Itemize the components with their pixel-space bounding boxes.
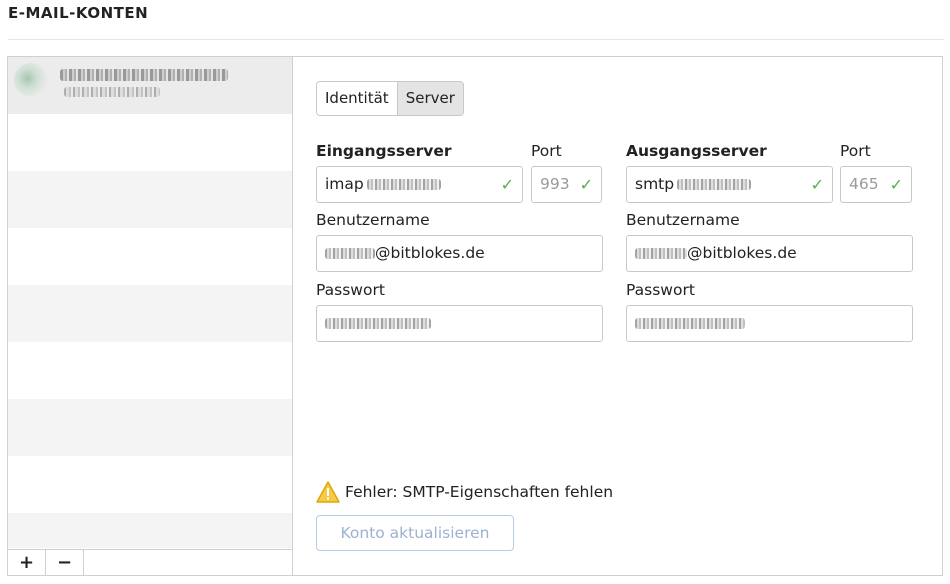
outgoing-password-label: Passwort: [626, 281, 695, 299]
accounts-panel: + − Identität Server Eingangsserver Port…: [7, 56, 943, 576]
outgoing-password-input[interactable]: [626, 305, 913, 342]
incoming-username-label: Benutzername: [316, 211, 430, 229]
list-item[interactable]: [8, 57, 292, 114]
outgoing-server-input[interactable]: smtp ✓: [626, 166, 833, 203]
redacted-text: [635, 318, 745, 329]
tab-identity[interactable]: Identität: [317, 82, 397, 115]
incoming-username-domain: @bitblokes.de: [375, 244, 485, 262]
redacted-text: [635, 248, 687, 259]
redacted-text: [325, 318, 431, 329]
outgoing-username-input[interactable]: @bitblokes.de: [626, 235, 913, 272]
outgoing-username-domain: @bitblokes.de: [687, 244, 797, 262]
list-item: [8, 399, 292, 456]
error-text: Fehler: SMTP-Eigenschaften fehlen: [345, 483, 614, 501]
add-account-button[interactable]: +: [8, 550, 46, 576]
redacted-text: [325, 248, 375, 259]
outgoing-server-prefix: smtp: [635, 175, 675, 193]
page-title: E-MAIL-KONTEN: [8, 4, 149, 22]
incoming-port-input[interactable]: 993 ✓: [531, 166, 602, 203]
check-icon: ✓: [889, 175, 903, 194]
avatar: [14, 63, 48, 97]
incoming-server-prefix: imap: [325, 175, 364, 193]
incoming-port-value: 993: [540, 175, 570, 193]
outgoing-port-input[interactable]: 465 ✓: [840, 166, 912, 203]
outgoing-username-label: Benutzername: [626, 211, 740, 229]
list-toolbar: + −: [8, 549, 292, 576]
incoming-server-input[interactable]: imap ✓: [316, 166, 523, 203]
redacted-account-subtitle: [64, 87, 160, 97]
outgoing-server-label: Ausgangsserver: [626, 142, 767, 160]
account-list[interactable]: [8, 57, 292, 548]
list-item: [8, 456, 292, 513]
update-account-button[interactable]: Konto aktualisieren: [316, 515, 514, 551]
incoming-server-label: Eingangsserver: [316, 142, 452, 160]
tab-server[interactable]: Server: [396, 82, 463, 115]
redacted-account-name: [60, 69, 228, 81]
account-sidebar: + −: [8, 57, 293, 576]
incoming-username-input[interactable]: @bitblokes.de: [316, 235, 603, 272]
list-item: [8, 285, 292, 342]
redacted-text: [677, 179, 752, 190]
list-item: [8, 171, 292, 228]
check-icon: ✓: [500, 175, 514, 194]
remove-account-button[interactable]: −: [46, 550, 84, 576]
check-icon: ✓: [810, 175, 824, 194]
warning-icon: [316, 481, 340, 503]
tab-switcher: Identität Server: [316, 81, 464, 116]
incoming-password-label: Passwort: [316, 281, 385, 299]
check-icon: ✓: [579, 175, 593, 194]
outgoing-port-label: Port: [840, 142, 871, 160]
list-item: [8, 513, 292, 548]
incoming-port-label: Port: [531, 142, 562, 160]
list-item: [8, 228, 292, 285]
list-item: [8, 342, 292, 399]
list-item: [8, 114, 292, 171]
redacted-text: [366, 179, 441, 190]
title-divider: [8, 39, 944, 40]
incoming-password-input[interactable]: [316, 305, 603, 342]
error-message: Fehler: SMTP-Eigenschaften fehlen: [316, 481, 613, 503]
outgoing-port-value: 465: [849, 175, 879, 193]
